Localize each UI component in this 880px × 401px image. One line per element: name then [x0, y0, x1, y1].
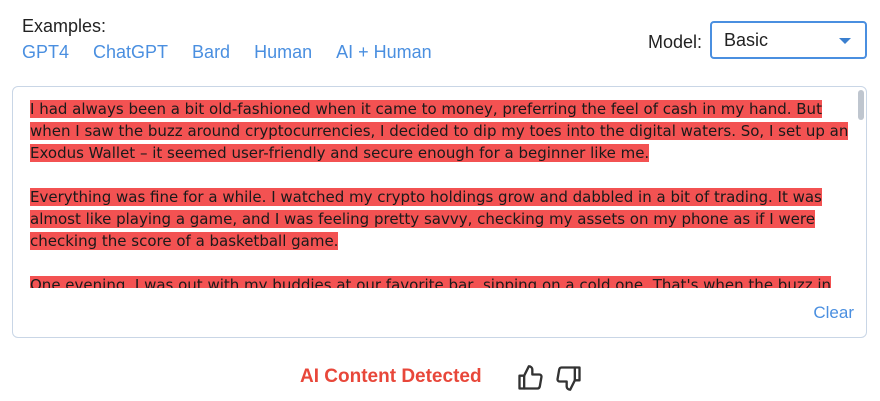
example-link-bard[interactable]: Bard — [192, 42, 230, 63]
status-label: AI Content Detected — [300, 366, 482, 387]
highlighted-text: Everything was fine for a while. I watch… — [30, 188, 822, 250]
chevron-down-icon — [839, 38, 851, 44]
highlighted-text: One evening, I was out with my buddies a… — [30, 276, 832, 288]
model-label: Model: — [648, 32, 703, 52]
input-text-card: I had always been a bit old-fashioned wh… — [12, 86, 867, 338]
examples-label: Examples: — [22, 16, 107, 36]
text-paragraph: One evening, I was out with my buddies a… — [30, 274, 850, 288]
example-links: GPT4 ChatGPT Bard Human AI + Human — [22, 42, 432, 63]
ai-detector-panel: Examples: GPT4 ChatGPT Bard Human AI + H… — [0, 0, 880, 401]
example-link-human[interactable]: Human — [254, 42, 312, 63]
input-text-area[interactable]: I had always been a bit old-fashioned wh… — [30, 98, 850, 288]
clear-button[interactable]: Clear — [813, 303, 854, 323]
example-link-chatgpt[interactable]: ChatGPT — [93, 42, 168, 63]
result-row: AI Content Detected — [0, 364, 880, 392]
model-select-value: Basic — [724, 29, 769, 50]
text-paragraph: Everything was fine for a while. I watch… — [30, 186, 850, 252]
model-select[interactable]: Basic — [710, 21, 867, 59]
example-link-ai-human[interactable]: AI + Human — [336, 42, 432, 63]
thumbs-down-icon[interactable] — [555, 364, 583, 392]
thumbs-up-icon[interactable] — [516, 364, 544, 392]
text-paragraph: I had always been a bit old-fashioned wh… — [30, 98, 850, 164]
highlighted-text: I had always been a bit old-fashioned wh… — [30, 100, 849, 162]
text-scrollbar[interactable] — [858, 90, 864, 120]
example-link-gpt4[interactable]: GPT4 — [22, 42, 69, 63]
